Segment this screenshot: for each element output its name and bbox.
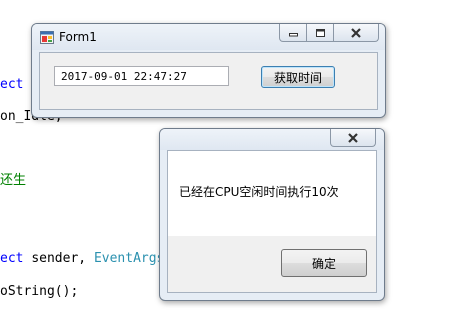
maximize-icon — [315, 28, 325, 37]
message-area: 已经在CPU空闲时间执行10次 — [168, 151, 376, 236]
message-box-client-area: 已经在CPU空闲时间执行10次 确定 — [167, 150, 377, 293]
close-button[interactable] — [332, 24, 378, 41]
maximize-button[interactable] — [306, 24, 332, 41]
message-box-caption-buttons — [330, 129, 376, 147]
code-token: ect — [0, 77, 32, 92]
code-token: ect — [0, 251, 32, 266]
code-token: EventArgs — [93, 251, 165, 266]
time-textbox[interactable] — [54, 66, 229, 86]
code-token: oString(); — [0, 284, 79, 299]
ok-button[interactable]: 确定 — [281, 249, 367, 277]
form1-client-area: 获取时间 — [39, 52, 378, 110]
message-box-close-button[interactable] — [331, 129, 375, 146]
form1-caption-buttons — [279, 24, 379, 42]
close-icon — [348, 132, 358, 143]
minimize-icon — [288, 33, 298, 37]
form1-titlebar[interactable]: Form1 — [32, 24, 385, 50]
message-box-titlebar[interactable] — [160, 129, 384, 150]
form1-window[interactable]: Form1 获取时间 — [31, 23, 386, 118]
minimize-button[interactable] — [280, 24, 306, 41]
message-text: 已经在CPU空闲时间执行10次 — [179, 185, 339, 199]
form1-title: Form1 — [59, 30, 97, 44]
winforms-app-icon — [40, 31, 54, 44]
message-box-window[interactable]: 已经在CPU空闲时间执行10次 确定 — [159, 128, 385, 301]
code-token: 还生 — [0, 173, 27, 188]
code-token: sender, — [31, 251, 94, 266]
code-line: ect sender, EventArgs e — [0, 251, 180, 267]
close-icon — [351, 27, 361, 38]
get-time-button[interactable]: 获取时间 — [261, 66, 335, 88]
code-line: oString(); — [0, 284, 78, 300]
code-line: 还生 — [0, 173, 26, 189]
